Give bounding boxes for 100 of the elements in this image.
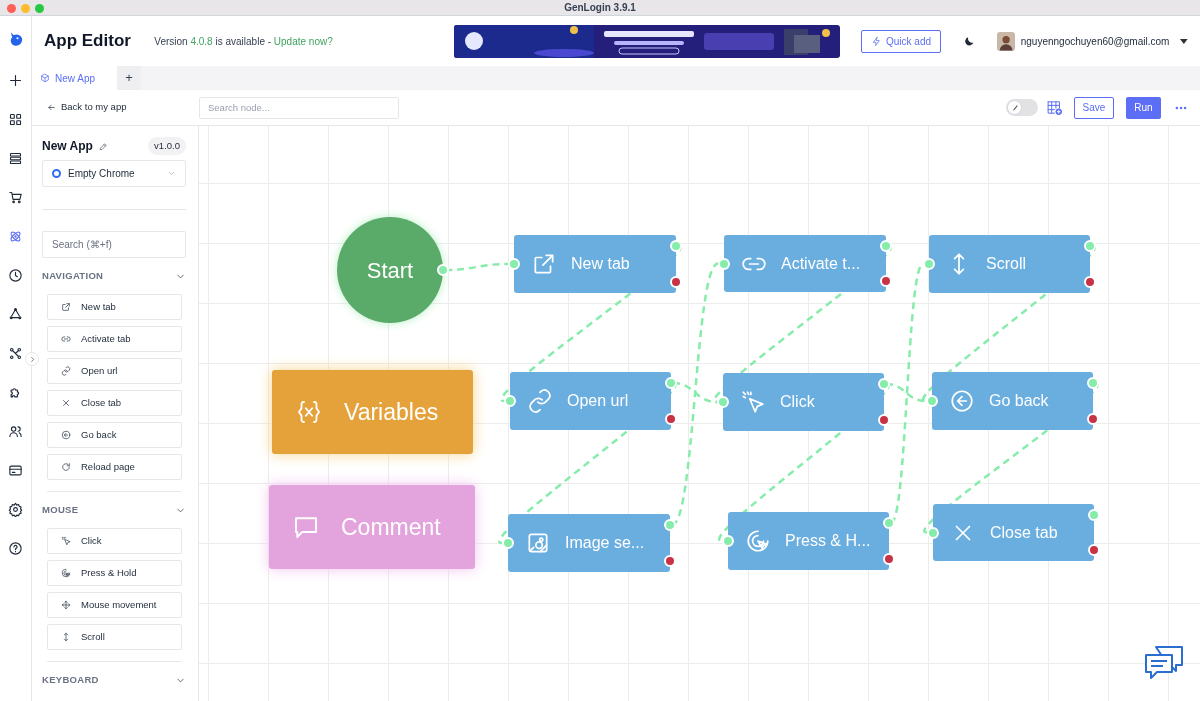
click-icon — [740, 389, 766, 415]
press-hold-icon — [61, 568, 71, 578]
node-label: Press & H... — [785, 531, 871, 551]
scroll-icon — [61, 632, 71, 642]
help-icon[interactable] — [8, 541, 23, 556]
input-port[interactable] — [926, 395, 938, 407]
new-tab-button[interactable]: + — [117, 66, 141, 90]
clock-icon[interactable] — [8, 268, 23, 283]
bolt-icon — [871, 35, 882, 47]
page-title: App Editor — [44, 30, 132, 53]
node-label: Comment — [341, 512, 441, 542]
chevron-down-icon — [167, 169, 176, 178]
table-add-icon[interactable] — [1046, 99, 1063, 116]
expand-handle[interactable] — [25, 352, 39, 366]
action-node[interactable]: Image se... — [508, 514, 670, 572]
action-node[interactable]: Close tab — [933, 504, 1094, 561]
action-node[interactable]: Scroll — [929, 235, 1090, 293]
node-label: Variables — [344, 397, 439, 427]
node-label: Activate t... — [781, 253, 861, 274]
version-notice: Version 4.0.8 is available - Update now? — [154, 34, 334, 49]
node-label: Image se... — [565, 533, 645, 553]
action-node[interactable]: Open url — [510, 372, 671, 430]
section-title: MOUSE — [42, 502, 79, 517]
cube-icon — [40, 73, 50, 83]
input-port[interactable] — [717, 396, 729, 408]
run-button[interactable]: Run — [1126, 96, 1161, 119]
node-palette-item[interactable]: Close tab — [47, 390, 182, 416]
link-icon — [61, 366, 71, 376]
back-link[interactable]: Back to my app — [47, 100, 199, 115]
action-node[interactable]: Click — [723, 373, 884, 431]
node-palette-item[interactable]: Press & Hold — [47, 560, 182, 586]
input-port[interactable] — [508, 258, 520, 270]
action-node[interactable]: Activate t... — [724, 235, 886, 292]
node-palette-item[interactable]: New tab — [47, 294, 182, 320]
card-icon[interactable] — [8, 463, 23, 478]
settings-icon[interactable] — [8, 502, 23, 517]
users-icon[interactable] — [8, 424, 23, 439]
atom-icon[interactable] — [8, 229, 23, 244]
action-node[interactable]: New tab — [514, 235, 676, 293]
node-label: New tab — [571, 254, 630, 274]
quick-add-button[interactable]: Quick add — [861, 29, 942, 53]
caret-icon[interactable] — [1180, 38, 1188, 44]
back-arrow-icon — [61, 430, 71, 440]
browser-dropdown[interactable]: Empty Chrome — [42, 160, 186, 187]
browser-icon — [52, 169, 61, 178]
search-field[interactable]: Search (⌘+f) — [42, 231, 186, 258]
link-icon — [61, 334, 71, 344]
arrow-left-icon — [47, 103, 56, 112]
press-hold-icon — [745, 528, 771, 554]
node-palette-item[interactable]: Scroll — [47, 624, 182, 650]
start-node[interactable]: Start — [337, 217, 443, 323]
input-port[interactable] — [722, 535, 734, 547]
input-port[interactable] — [923, 258, 935, 270]
section-header[interactable]: MOUSE — [42, 497, 186, 523]
node-palette-item[interactable]: Activate tab — [47, 326, 182, 352]
move-icon — [61, 600, 71, 610]
click-icon — [61, 536, 71, 546]
version-badge: v1.0.0 — [148, 136, 186, 156]
input-port[interactable] — [718, 258, 730, 270]
avatar[interactable] — [996, 31, 1015, 51]
node-label: Click — [780, 392, 815, 412]
node-label: Scroll — [986, 254, 1026, 274]
input-port[interactable] — [502, 537, 514, 549]
external-link-icon — [61, 302, 71, 312]
app-name: New App — [42, 138, 93, 155]
node-palette-item[interactable]: Mouse movement — [47, 592, 182, 618]
node-palette-item[interactable]: Reload page — [47, 454, 182, 480]
node-label: Close tab — [990, 522, 1058, 543]
node-label: Open url — [567, 391, 629, 411]
action-node[interactable]: Go back — [932, 372, 1093, 430]
node-palette-item[interactable]: Go back — [47, 422, 182, 448]
add-icon[interactable] — [8, 73, 23, 88]
reload-icon — [61, 462, 71, 472]
triangle-cycle-icon[interactable] — [8, 307, 23, 322]
node-palette-item[interactable]: Click — [47, 528, 182, 554]
toggle-switch[interactable] — [1006, 99, 1038, 116]
link-icon — [527, 388, 553, 414]
canvas[interactable]: Start New tab Activate t... Scroll Variables Open url Click Go back Comment Image se... Press & H... Close tab — [199, 126, 1200, 701]
pencil-icon[interactable] — [98, 141, 108, 151]
close-icon — [61, 398, 71, 408]
update-link[interactable]: Update now? — [273, 35, 333, 47]
node-label: Start — [366, 256, 414, 285]
nodes-icon[interactable] — [8, 346, 23, 361]
node-palette-item[interactable]: Open url — [47, 358, 182, 384]
input-port[interactable] — [504, 395, 516, 407]
list-icon[interactable] — [8, 151, 23, 166]
image-search-icon — [525, 530, 551, 556]
section-header[interactable]: KEYBOARD — [42, 667, 186, 693]
input-port[interactable] — [927, 527, 939, 539]
cart-icon[interactable] — [8, 190, 23, 205]
window-title: GenLogin 3.9.1 — [564, 1, 636, 15]
search-field[interactable]: Search node... — [199, 96, 399, 119]
action-node[interactable]: Press & H... — [728, 512, 889, 570]
section-header[interactable]: NAVIGATION — [42, 263, 186, 289]
account-email: nguyenngochuyen60@gmail.com — [1020, 34, 1170, 49]
tab[interactable]: New App — [32, 66, 117, 90]
node-label: Go back — [989, 391, 1049, 411]
save-button[interactable]: Save — [1074, 96, 1114, 119]
chat-icon[interactable] — [1144, 643, 1184, 681]
grid-icon[interactable] — [8, 112, 23, 127]
